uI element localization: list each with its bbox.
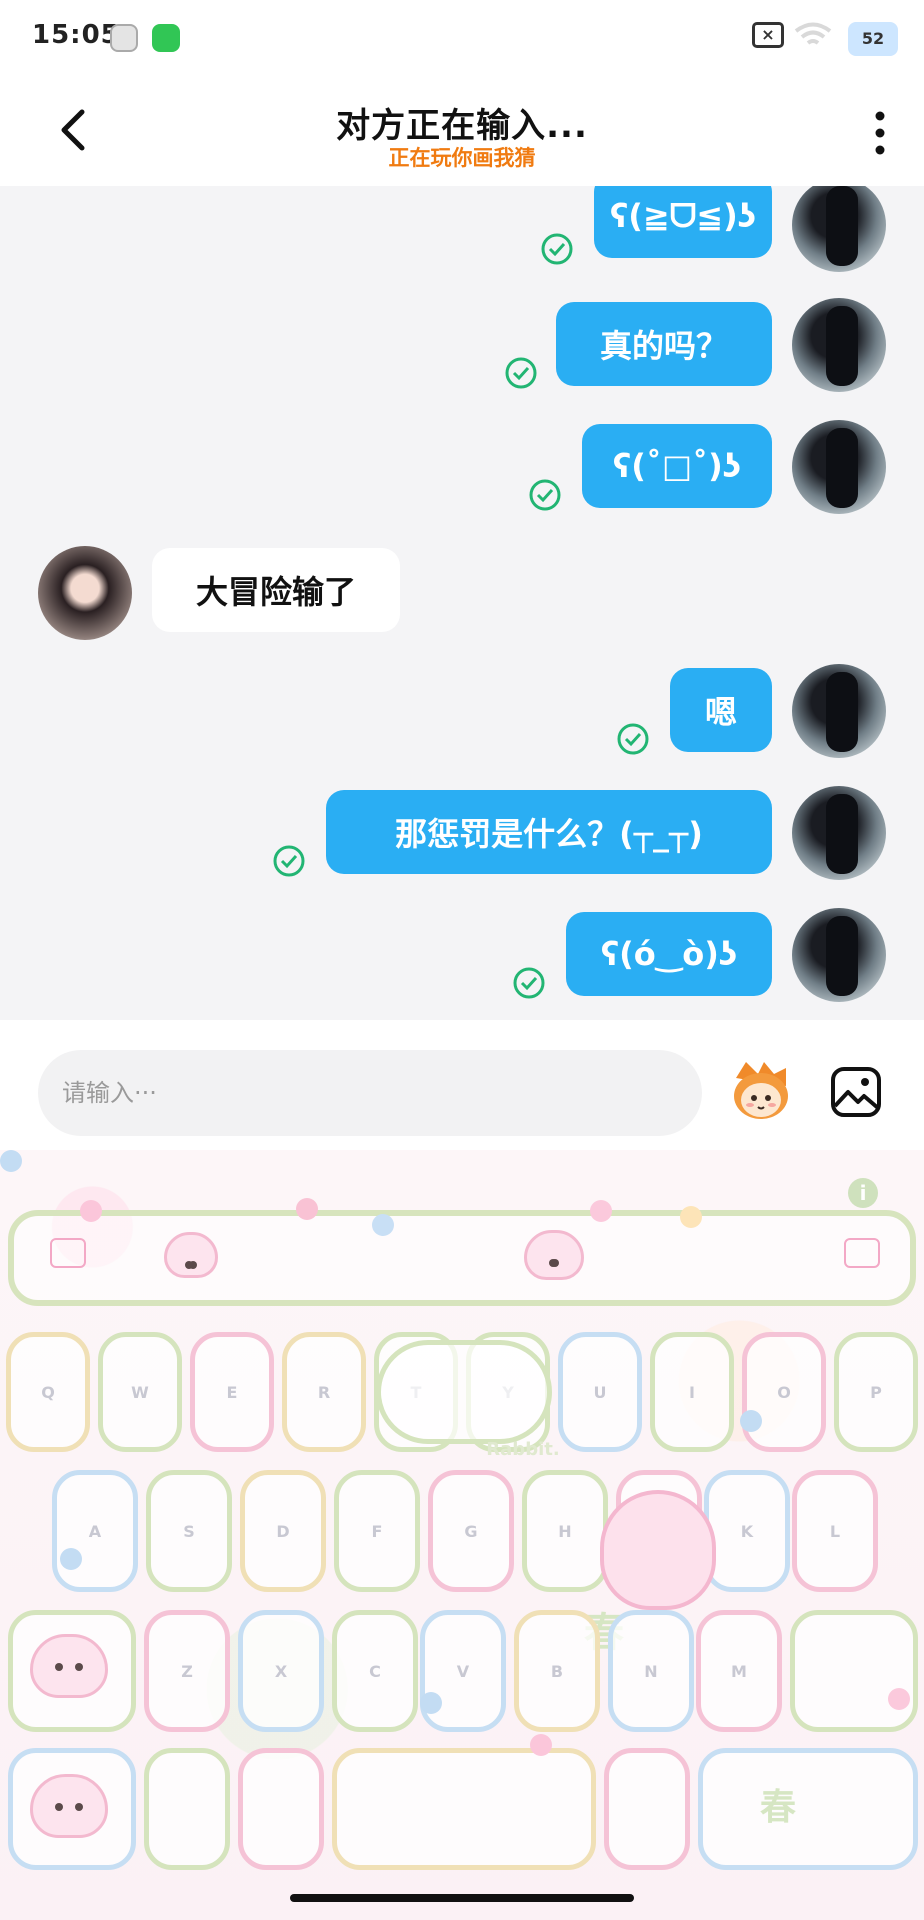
message-text: ʕ(˚□˚)ʖ [612, 447, 742, 485]
flower-decoration [80, 1200, 102, 1222]
message-list[interactable]: ʕ(≧ᗜ≦)ʖ 真的吗？ ʕ(˚□˚)ʖ 大冒险输了 嗯 那惩罚是什么？(┬_┬… [0, 186, 924, 1020]
message-bubble[interactable]: 大冒险输了 [152, 548, 400, 632]
no-sim-icon: × [752, 22, 784, 48]
badge-text: Rabbit. [486, 1438, 560, 1460]
battery-indicator: 52 [848, 22, 898, 56]
bunny-decoration [164, 1232, 218, 1278]
status-time: 15:05 [32, 20, 120, 50]
flower-decoration [590, 1200, 612, 1222]
more-options-button[interactable] [858, 106, 902, 160]
key-r[interactable]: R [282, 1332, 366, 1452]
message-text: 嗯 [704, 693, 737, 731]
space-key[interactable] [332, 1748, 596, 1870]
period-key[interactable] [604, 1748, 690, 1870]
message-text: 大冒险输了 [195, 573, 356, 611]
flower-decoration [60, 1548, 82, 1570]
spring-character: 春 [760, 1787, 797, 1828]
read-check-icon [617, 723, 649, 755]
chat-header: 对方正在输入... 正在玩你画我猜 [0, 76, 924, 186]
status-bar: 15:05 × 52 [0, 0, 924, 76]
message-bubble[interactable]: 真的吗？ [556, 302, 772, 386]
message-text: 真的吗？ [599, 327, 728, 365]
key-u[interactable]: U [558, 1332, 642, 1452]
keyboard-toolbar [8, 1210, 916, 1306]
emoji-key[interactable] [144, 1748, 230, 1870]
key-s[interactable]: S [146, 1470, 232, 1592]
chat-subtitle: 正在玩你画我猜 [388, 146, 536, 170]
bunny-mascot-decoration [600, 1490, 716, 1610]
flower-decoration [680, 1206, 702, 1228]
key-l[interactable]: L [792, 1470, 878, 1592]
key-e[interactable]: E [190, 1332, 274, 1452]
read-check-icon [541, 233, 573, 265]
key-o[interactable]: O [742, 1332, 826, 1452]
key-n[interactable]: N [608, 1610, 694, 1732]
my-avatar[interactable] [792, 420, 886, 514]
flower-decoration [420, 1692, 442, 1714]
image-picker-button[interactable] [830, 1066, 882, 1118]
message-bubble[interactable]: 那惩罚是什么？(┬_┬) [326, 790, 772, 874]
key-x[interactable]: X [238, 1610, 324, 1732]
key-c[interactable]: C [332, 1610, 418, 1732]
key-k[interactable]: K [704, 1470, 790, 1592]
flower-decoration [296, 1198, 318, 1220]
key-q[interactable]: Q [6, 1332, 90, 1452]
flower-decoration [0, 1150, 22, 1172]
key-d[interactable]: D [240, 1470, 326, 1592]
key-h[interactable]: H [522, 1470, 608, 1592]
chat-title: 对方正在输入... [336, 106, 588, 146]
keyboard-collapse-icon[interactable] [844, 1238, 880, 1268]
bunny-decoration [524, 1230, 584, 1280]
key-a[interactable]: A [52, 1470, 138, 1592]
my-avatar[interactable] [792, 664, 886, 758]
read-check-icon [513, 967, 545, 999]
message-bubble[interactable]: ʕ(˚□˚)ʖ [582, 424, 772, 508]
message-bubble[interactable]: 嗯 [670, 668, 772, 752]
message-text: 那惩罚是什么？(┬_┬) [395, 815, 703, 853]
key-f[interactable]: F [334, 1470, 420, 1592]
backspace-key[interactable] [790, 1610, 918, 1732]
enter-key[interactable] [698, 1748, 918, 1870]
my-avatar[interactable] [792, 786, 886, 880]
wifi-icon [794, 22, 832, 45]
comma-key[interactable] [238, 1748, 324, 1870]
read-check-icon [273, 845, 305, 877]
key-w[interactable]: W [98, 1332, 182, 1452]
my-avatar[interactable] [792, 908, 886, 1002]
emoji-mascot-button[interactable] [728, 1060, 794, 1122]
message-text: ʕ(≧ᗜ≦)ʖ [609, 196, 757, 235]
key-b[interactable]: B [514, 1610, 600, 1732]
home-indicator[interactable] [290, 1894, 634, 1902]
flower-decoration [888, 1688, 910, 1710]
speech-bubble-decoration [376, 1340, 552, 1444]
key-z[interactable]: Z [144, 1610, 230, 1732]
key-g[interactable]: G [428, 1470, 514, 1592]
message-composer: 请输入··· [0, 1020, 924, 1150]
message-bubble[interactable]: ʕ(≧ᗜ≦)ʖ [594, 186, 772, 258]
read-check-icon [529, 479, 561, 511]
contact-avatar[interactable] [38, 546, 132, 640]
flower-decoration [530, 1734, 552, 1756]
message-text: ʕ(ό‿ὸ)ʖ [600, 935, 738, 973]
message-input[interactable]: 请输入··· [38, 1050, 702, 1136]
bunny-decoration [30, 1634, 108, 1698]
fingerprint-app-icon [110, 24, 138, 52]
key-i[interactable]: I [650, 1332, 734, 1452]
key-p[interactable]: P [834, 1332, 918, 1452]
wechat-notification-icon [152, 24, 180, 52]
key-m[interactable]: M [696, 1610, 782, 1732]
message-bubble[interactable]: ʕ(ό‿ὸ)ʖ [566, 912, 772, 996]
keyboard: i Q W E R T Y U I O P Rabbit. A S D F G … [0, 1150, 924, 1920]
flower-decoration [740, 1410, 762, 1432]
keyboard-theme-icon[interactable] [50, 1238, 86, 1268]
bunny-decoration [30, 1774, 108, 1838]
read-check-icon [505, 357, 537, 389]
info-icon[interactable]: i [848, 1178, 878, 1208]
my-avatar[interactable] [792, 298, 886, 392]
flower-decoration [372, 1214, 394, 1236]
my-avatar[interactable] [792, 186, 886, 272]
